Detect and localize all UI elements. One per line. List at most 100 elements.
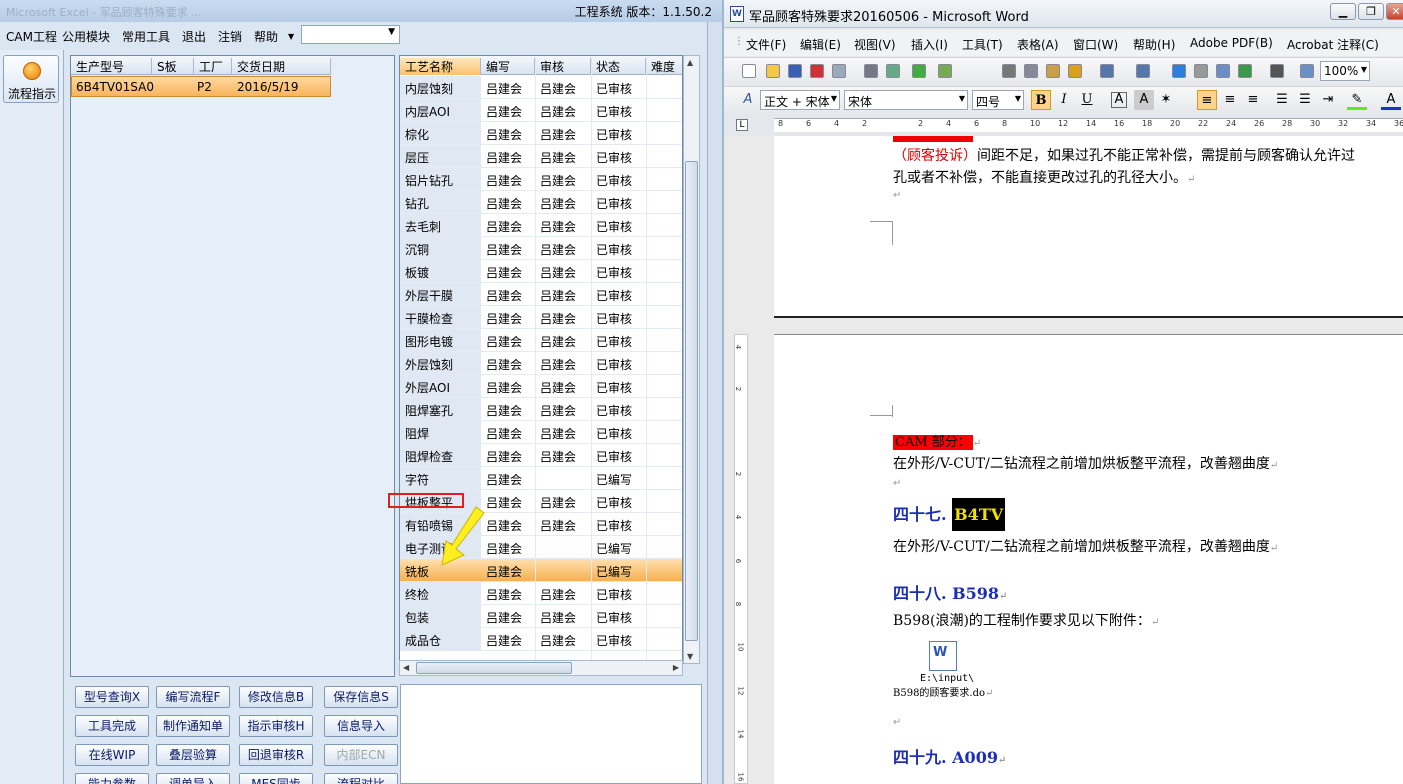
char-shading-icon[interactable]: A: [1134, 90, 1154, 110]
menu-file[interactable]: 文件(F): [746, 36, 786, 53]
action-button[interactable]: 叠层验算: [156, 744, 230, 766]
italic-button[interactable]: I: [1054, 90, 1074, 110]
char-border-icon[interactable]: A: [1111, 92, 1127, 108]
indent-icon[interactable]: ⇥: [1318, 90, 1338, 110]
scroll-down-icon[interactable]: ▼: [687, 652, 693, 661]
menu-overflow-icon[interactable]: ▼: [288, 32, 294, 41]
model-row[interactable]: 6B4TV01SA0 P2 2016/5/19: [71, 76, 331, 97]
process-row[interactable]: 图形电镀 吕建会 吕建会 已审核: [400, 329, 682, 352]
scroll-up-icon[interactable]: ▲: [687, 58, 693, 67]
process-row[interactable]: 外层干膜 吕建会 吕建会 已审核: [400, 283, 682, 306]
align-left-icon[interactable]: ≡: [1197, 90, 1217, 110]
action-button[interactable]: 制作通知单: [156, 715, 230, 737]
action-button[interactable]: 流程对比: [324, 773, 398, 784]
process-row[interactable]: 干膜检查 吕建会 吕建会 已审核: [400, 306, 682, 329]
highlight-icon[interactable]: ✎: [1347, 90, 1367, 110]
process-row[interactable]: 字符 吕建会 已编写: [400, 467, 682, 490]
undo-icon[interactable]: [1100, 64, 1114, 78]
action-button[interactable]: 调单导入: [156, 773, 230, 784]
open-icon[interactable]: [766, 64, 780, 78]
process-grid[interactable]: 工艺名称 编写 审核 状态 难度 内层蚀刻 吕建会 吕建会 已审核 内层AOI 吕建会 吕建…: [399, 55, 683, 664]
menu-tools[interactable]: 常用工具: [122, 28, 170, 45]
col-reviewer[interactable]: 审核: [535, 58, 591, 75]
document-map-icon[interactable]: [1300, 64, 1314, 78]
col-author[interactable]: 编写: [481, 58, 535, 75]
col-factory[interactable]: 工厂: [194, 58, 232, 75]
process-row[interactable]: 阻焊塞孔 吕建会 吕建会 已审核: [400, 398, 682, 421]
col-status[interactable]: 状态: [591, 58, 646, 75]
action-button[interactable]: 能力参数: [75, 773, 149, 784]
insert-excel-icon[interactable]: [1238, 64, 1252, 78]
process-grid-vscroll[interactable]: ▲ ▼: [683, 55, 700, 664]
action-button[interactable]: 编写流程F: [156, 686, 230, 708]
numbering-icon[interactable]: ☰: [1272, 90, 1292, 110]
menu-adobe-pdf[interactable]: Adobe PDF(B): [1190, 36, 1273, 50]
copy-icon[interactable]: [1024, 64, 1038, 78]
process-row[interactable]: 板镀 吕建会 吕建会 已审核: [400, 260, 682, 283]
scroll-thumb[interactable]: [416, 662, 572, 674]
action-button[interactable]: MES同步: [239, 773, 313, 784]
menu-help[interactable]: 帮助: [254, 28, 278, 45]
col-difficulty[interactable]: 难度: [646, 58, 682, 75]
permission-icon[interactable]: [810, 64, 824, 78]
process-row[interactable]: 包装 吕建会 吕建会 已审核: [400, 605, 682, 628]
redo-icon[interactable]: [1136, 64, 1150, 78]
action-button[interactable]: 指示审核H: [239, 715, 313, 737]
bold-button[interactable]: B: [1031, 90, 1051, 110]
action-button[interactable]: 回退审核R: [239, 744, 313, 766]
process-row[interactable]: 终检 吕建会 吕建会 已审核: [400, 582, 682, 605]
process-row[interactable]: 阻焊 吕建会 吕建会 已审核: [400, 421, 682, 444]
action-button[interactable]: 工具完成: [75, 715, 149, 737]
styles-pane-icon[interactable]: A: [738, 90, 758, 110]
col-model[interactable]: 生产型号: [71, 58, 152, 75]
char-scale-icon[interactable]: ✶: [1156, 90, 1176, 110]
menu-exit[interactable]: 退出: [182, 28, 206, 45]
scroll-right-icon[interactable]: ▶: [673, 663, 679, 672]
process-row[interactable]: 外层蚀刻 吕建会 吕建会 已审核: [400, 352, 682, 375]
model-grid[interactable]: 生产型号 S板 工厂 交货日期 6B4TV01SA0 P2 2016/5/19: [70, 55, 395, 677]
process-row[interactable]: 阻焊检查 吕建会 吕建会 已审核: [400, 444, 682, 467]
paste-icon[interactable]: [1046, 64, 1060, 78]
scroll-thumb[interactable]: [685, 161, 698, 641]
insert-table-icon[interactable]: [1216, 64, 1230, 78]
horizontal-ruler[interactable]: L 8 6 4 2 2 4 6 8 10 12 14 16 18 20 22 24 26 28 30 32 34 36: [724, 114, 1403, 136]
underline-button[interactable]: U: [1077, 90, 1097, 110]
tab-stop-icon[interactable]: L: [736, 119, 748, 131]
font-color-icon[interactable]: A: [1381, 90, 1401, 110]
font-select[interactable]: 宋体 ▼: [844, 90, 968, 110]
col-process-name[interactable]: 工艺名称: [400, 58, 481, 75]
action-button[interactable]: 修改信息B: [239, 686, 313, 708]
menu-combo[interactable]: ▼: [301, 25, 400, 44]
menu-insert[interactable]: 插入(I): [911, 36, 948, 53]
action-button[interactable]: 保存信息S: [324, 686, 398, 708]
hyperlink-icon[interactable]: [1172, 64, 1186, 78]
col-s-board[interactable]: S板: [152, 58, 194, 75]
menu-public[interactable]: 公用模块: [62, 28, 110, 45]
doc-page-1[interactable]: （顾客投诉）间距不足，如果过孔不能正常补偿，需提前与顾客确认允许过 孔或者不补偿…: [774, 136, 1403, 318]
action-button[interactable]: 在线WIP: [75, 744, 149, 766]
menu-tools[interactable]: 工具(T): [962, 36, 1003, 53]
vertical-ruler[interactable]: 4 2 2 4 6 8 10 12 14 16: [734, 334, 748, 784]
tables-borders-icon[interactable]: [1194, 64, 1208, 78]
print-preview-icon[interactable]: [832, 64, 846, 78]
restore-button[interactable]: ❐: [1358, 3, 1384, 20]
action-button[interactable]: 型号查询X: [75, 686, 149, 708]
spelling-icon[interactable]: [912, 64, 926, 78]
process-row[interactable]: 成品仓 吕建会 吕建会 已审核: [400, 628, 682, 651]
action-button[interactable]: 信息导入: [324, 715, 398, 737]
process-row[interactable]: 沉铜 吕建会 吕建会 已审核: [400, 237, 682, 260]
print-icon[interactable]: [864, 64, 878, 78]
menu-cam[interactable]: CAM工程: [6, 28, 57, 45]
align-center-icon[interactable]: ≡: [1220, 90, 1240, 110]
process-row[interactable]: 外层AOI 吕建会 吕建会 已审核: [400, 375, 682, 398]
save-icon[interactable]: [788, 64, 802, 78]
zoom-select[interactable]: 100% ▼: [1320, 61, 1370, 81]
columns-icon[interactable]: [1270, 64, 1284, 78]
process-row[interactable]: 内层蚀刻 吕建会 吕建会 已审核: [400, 76, 682, 99]
process-row[interactable]: 层压 吕建会 吕建会 已审核: [400, 145, 682, 168]
menu-window[interactable]: 窗口(W): [1073, 36, 1118, 53]
process-row[interactable]: 铝片钻孔 吕建会 吕建会 已审核: [400, 168, 682, 191]
close-button[interactable]: ✕: [1386, 3, 1403, 20]
process-row[interactable]: 内层AOI 吕建会 吕建会 已审核: [400, 99, 682, 122]
menu-edit[interactable]: 编辑(E): [800, 36, 841, 53]
